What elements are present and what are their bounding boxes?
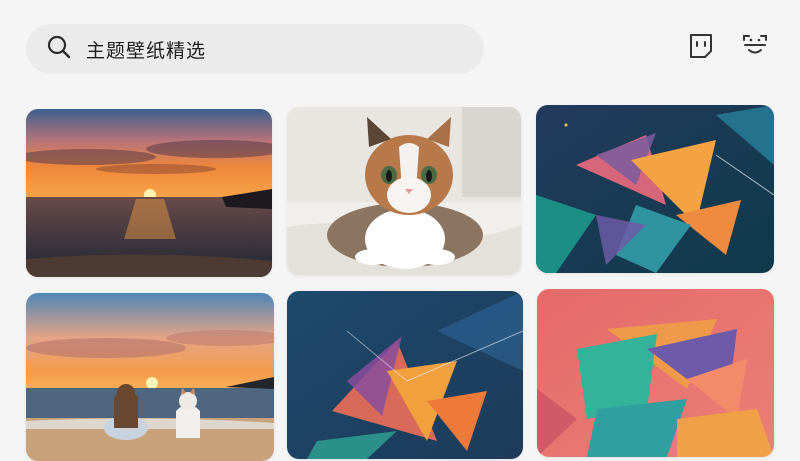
search-icon: [46, 34, 72, 64]
wallpaper-card-beach[interactable]: [26, 293, 274, 461]
geometric-dark-image: [536, 105, 774, 273]
beach-sunset-image: [26, 293, 274, 461]
cat-image: [287, 107, 521, 275]
search-placeholder: 主题壁纸精选: [86, 39, 207, 62]
face-scan-button[interactable]: [740, 30, 770, 60]
wallpaper-card-cat[interactable]: [287, 107, 521, 275]
geometric-blue-image: [287, 291, 523, 459]
face-scan-icon: [740, 35, 770, 64]
wallpaper-card-geometric-dark[interactable]: [536, 105, 774, 273]
wallpaper-card-geometric-coral[interactable]: [537, 289, 774, 457]
sunset-sea-image: [26, 109, 272, 277]
theme-frame-icon: [686, 34, 716, 64]
wallpaper-card-geometric-blue[interactable]: [287, 291, 523, 459]
search-bar[interactable]: 主题壁纸精选: [26, 24, 484, 74]
wallpaper-card-sunset[interactable]: [26, 109, 272, 277]
theme-frame-button[interactable]: [686, 30, 716, 60]
geometric-coral-image: [537, 289, 774, 457]
